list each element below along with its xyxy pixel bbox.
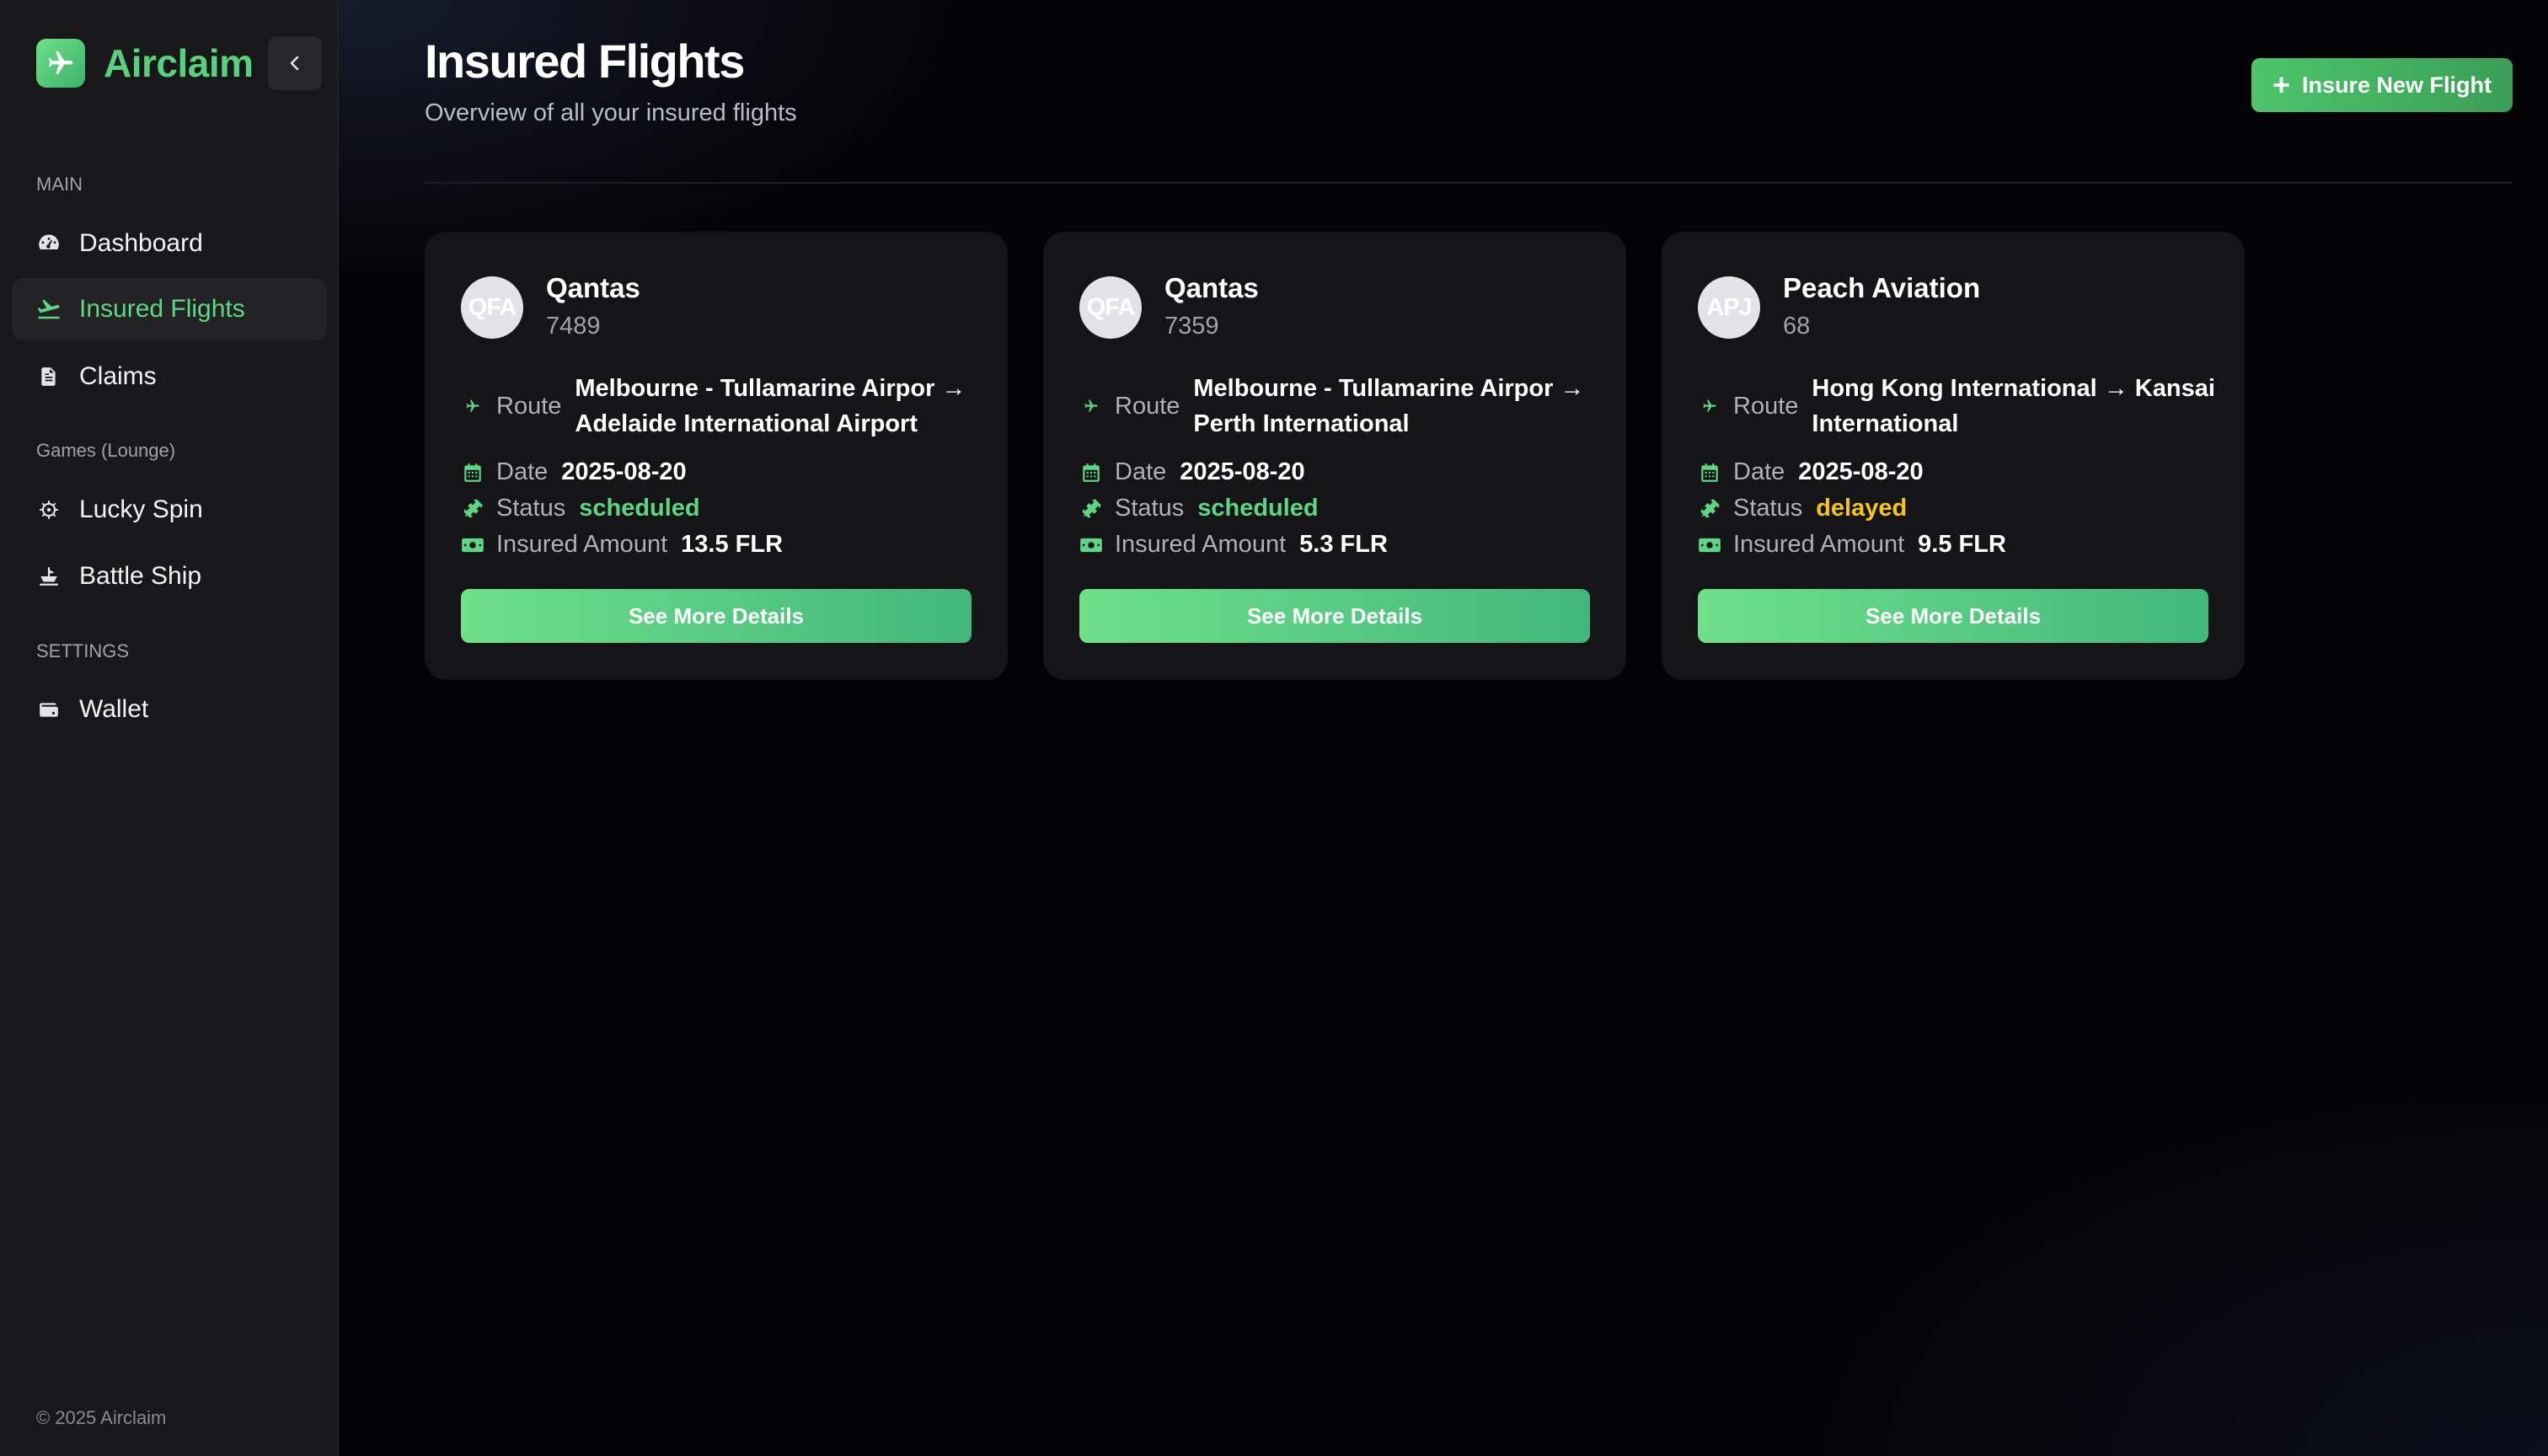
date-value: 2025-08-20 (1180, 458, 1305, 485)
route-value: Hong Kong International → Kansai Interna… (1812, 375, 2215, 437)
insure-new-flight-button[interactable]: + Insure New Flight (2251, 58, 2513, 112)
satellite-icon (1698, 497, 1721, 521)
date-value: 2025-08-20 (1798, 458, 1924, 485)
see-more-details-button[interactable]: See More Details (461, 589, 972, 643)
airline-name: Peach Aviation (1783, 272, 1981, 303)
date-row: Date 2025-08-20 (1698, 458, 1924, 486)
satellite-icon (1079, 497, 1103, 521)
status-row: Status scheduled (1079, 495, 1319, 522)
see-more-details-button[interactable]: See More Details (1079, 589, 1590, 643)
satellite-icon (461, 497, 484, 521)
route-row: Route Hong Kong International → Kansai I… (1698, 371, 2224, 442)
flight-number: 68 (1783, 313, 1811, 340)
status-row: Status delayed (1698, 495, 1907, 522)
calendar-icon (1698, 461, 1721, 484)
plane-logo-icon (36, 39, 85, 88)
flight-number: 7359 (1164, 313, 1219, 340)
sidebar-item-label: Dashboard (79, 229, 203, 257)
amount-value: 13.5 FLR (681, 531, 784, 558)
plane-icon (1079, 394, 1103, 418)
date-row: Date 2025-08-20 (461, 458, 687, 486)
amount-row: Insured Amount 13.5 FLR (461, 531, 783, 559)
status-label: Status (1115, 495, 1185, 522)
app-root: Airclaim MAIN Dashboard Insured Flights … (0, 0, 2548, 1456)
plane-departure-icon (36, 297, 62, 322)
gauge-icon (36, 231, 62, 256)
sidebar-item-label: Insured Flights (79, 295, 245, 323)
calendar-icon (461, 461, 484, 484)
sidebar-item-wallet[interactable]: Wallet (12, 678, 327, 741)
status-badge: scheduled (1197, 495, 1319, 522)
sidebar-item-battle-ship[interactable]: Battle Ship (12, 545, 327, 608)
logo[interactable]: Airclaim (36, 38, 254, 88)
status-label: Status (496, 495, 566, 522)
sidebar-item-label: Claims (79, 362, 157, 390)
date-label: Date (496, 458, 549, 485)
wheel-icon (36, 497, 62, 522)
date-value: 2025-08-20 (561, 458, 687, 485)
document-icon (36, 364, 62, 389)
see-more-details-button[interactable]: See More Details (1698, 589, 2208, 643)
flight-card: APJ Peach Aviation 68 Route Hong Kong In… (1662, 232, 2245, 680)
plus-icon: + (2272, 67, 2290, 102)
status-badge: delayed (1816, 495, 1908, 522)
status-row: Status scheduled (461, 495, 700, 522)
status-label: Status (1733, 495, 1803, 522)
airline-name: Qantas (1164, 272, 1259, 303)
route-label: Route (1115, 392, 1180, 420)
sidebar-footer: © 2025 Airclaim (36, 1407, 167, 1428)
flight-card: QFA Qantas 7489 Route Melbourne - Tullam… (425, 232, 1008, 680)
route-label: Route (1733, 392, 1799, 420)
ship-icon (36, 564, 62, 589)
money-icon (1079, 533, 1103, 557)
header-divider (425, 182, 2513, 184)
insure-new-flight-label: Insure New Flight (2302, 72, 2492, 98)
airline-avatar: QFA (461, 276, 523, 339)
date-label: Date (1733, 458, 1785, 485)
amount-row: Insured Amount 9.5 FLR (1698, 531, 2006, 559)
sidebar-item-dashboard[interactable]: Dashboard (12, 212, 327, 275)
flight-number: 7489 (546, 313, 601, 340)
wallet-icon (36, 697, 62, 722)
amount-label: Insured Amount (1115, 531, 1287, 558)
amount-value: 5.3 FLR (1299, 531, 1388, 558)
sidebar-item-insured-flights[interactable]: Insured Flights (12, 278, 327, 340)
flight-card: QFA Qantas 7359 Route Melbourne - Tullam… (1043, 232, 1626, 680)
main-content: Insured Flights Overview of all your ins… (339, 0, 2548, 1456)
plane-icon (461, 394, 484, 418)
airline-name: Qantas (546, 272, 640, 303)
date-row: Date 2025-08-20 (1079, 458, 1305, 486)
sidebar-item-label: Wallet (79, 695, 149, 723)
sidebar-item-lucky-spin[interactable]: Lucky Spin (12, 479, 327, 541)
amount-row: Insured Amount 5.3 FLR (1079, 531, 1388, 559)
section-label-main: MAIN (36, 174, 83, 195)
calendar-icon (1079, 461, 1103, 484)
amount-label: Insured Amount (496, 531, 668, 558)
plane-icon (1698, 394, 1721, 418)
money-icon (1698, 533, 1721, 557)
sidebar-item-claims[interactable]: Claims (12, 345, 327, 408)
section-label-games: Games (Lounge) (36, 440, 176, 461)
app-name: Airclaim (104, 41, 254, 85)
section-label-settings: SETTINGS (36, 640, 130, 661)
page-subtitle: Overview of all your insured flights (425, 99, 797, 126)
sidebar-item-label: Battle Ship (79, 562, 202, 590)
route-label: Route (496, 392, 562, 420)
collapse-sidebar-button[interactable] (268, 36, 322, 90)
route-value: Melbourne - Tullamarine Airpor → Perth I… (1193, 375, 1585, 437)
sidebar: Airclaim MAIN Dashboard Insured Flights … (0, 0, 339, 1456)
airline-avatar: APJ (1698, 276, 1760, 339)
route-value: Melbourne - Tullamarine Airpor → Adelaid… (575, 375, 966, 437)
route-row: Route Melbourne - Tullamarine Airpor → P… (1079, 371, 1606, 442)
sidebar-item-label: Lucky Spin (79, 495, 203, 523)
airline-avatar: QFA (1079, 276, 1142, 339)
amount-label: Insured Amount (1733, 531, 1905, 558)
status-badge: scheduled (579, 495, 700, 522)
money-icon (461, 533, 484, 557)
date-label: Date (1115, 458, 1167, 485)
page-title: Insured Flights (425, 35, 745, 88)
chevron-left-icon (290, 56, 299, 71)
route-row: Route Melbourne - Tullamarine Airpor → A… (461, 371, 988, 442)
amount-value: 9.5 FLR (1918, 531, 2006, 558)
